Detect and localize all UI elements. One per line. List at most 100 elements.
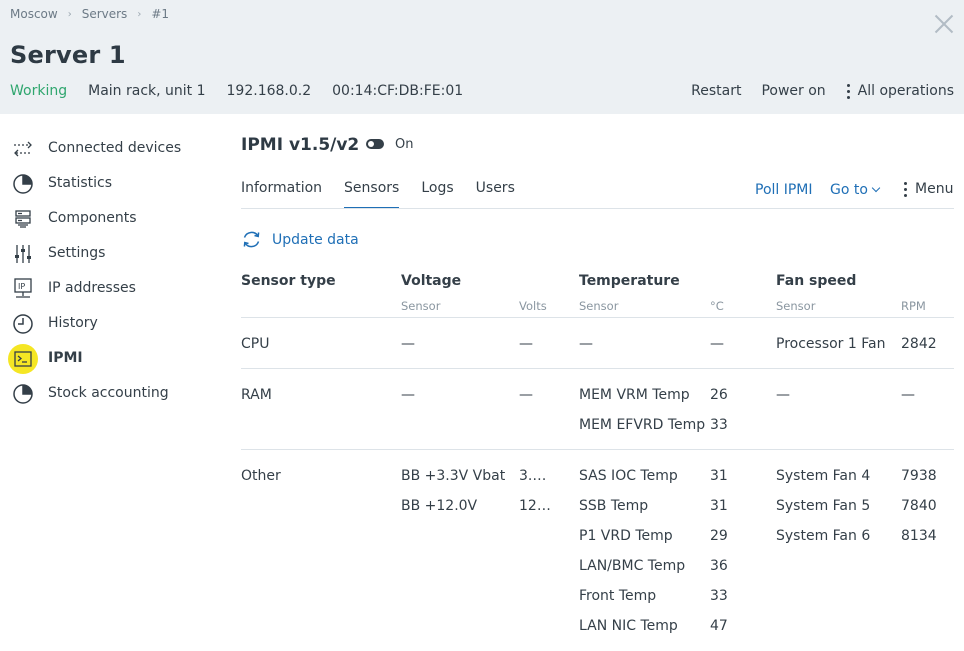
go-to-dropdown[interactable]: Go to <box>830 182 881 198</box>
sidebar-item-label: Components <box>48 210 137 226</box>
header-actions: Restart Power on All operations <box>671 82 954 100</box>
update-data-label: Update data <box>272 231 359 248</box>
voltage-value: 12… <box>519 498 551 514</box>
temperature-value: 31 <box>710 498 728 514</box>
voltage-value: — <box>519 336 533 352</box>
voltage-value: 3.… <box>519 468 547 484</box>
breadcrumb-separator-icon: › <box>137 8 142 20</box>
sidebar-item-label: Statistics <box>48 175 112 191</box>
fan-value: 2842 <box>901 336 937 352</box>
sidebar-item-label: IPMI <box>48 350 83 366</box>
table-divider <box>241 368 954 369</box>
breadcrumb-item-moscow[interactable]: Moscow <box>10 7 58 21</box>
temperature-sensor: P1 VRD Temp <box>579 528 673 544</box>
all-operations-label: All operations <box>857 83 954 99</box>
sensor-type: RAM <box>241 387 272 403</box>
voltage-sensor: BB +12.0V <box>401 498 478 514</box>
fan-sensor: System Fan 6 <box>776 528 871 544</box>
sidebar-item-statistics[interactable]: Statistics <box>0 166 220 201</box>
update-data-button[interactable]: Update data <box>241 229 359 250</box>
column-header-voltage: Voltage <box>401 273 462 289</box>
table-divider <box>241 449 954 450</box>
pie-chart-icon <box>8 169 38 199</box>
breadcrumb: Moscow › Servers › #1 <box>10 7 169 21</box>
tabs: Information Sensors Logs Users <box>241 180 537 209</box>
fan-sensor: System Fan 4 <box>776 468 871 484</box>
section-title: IPMI v1.5/v2 <box>241 135 360 155</box>
ipmi-toggle-label: On <box>395 137 414 152</box>
fan-sensor: — <box>776 387 790 403</box>
sliders-icon <box>8 239 38 269</box>
temperature-value: 29 <box>710 528 728 544</box>
temperature-sensor: SSB Temp <box>579 498 649 514</box>
voltage-sensor: — <box>401 336 415 352</box>
all-operations-button[interactable]: All operations <box>846 83 954 99</box>
menu-label: Menu <box>915 181 954 197</box>
server-location: Main rack, unit 1 <box>88 83 206 99</box>
column-header-fan-speed: Fan speed <box>776 273 857 289</box>
tab-information[interactable]: Information <box>241 180 322 209</box>
breadcrumb-item-current: #1 <box>151 7 170 21</box>
go-to-label: Go to <box>830 182 868 198</box>
clock-icon <box>8 309 38 339</box>
sidebar-item-label: Settings <box>48 245 106 261</box>
fan-value: 8134 <box>901 528 937 544</box>
sidebar-item-settings[interactable]: Settings <box>0 236 220 271</box>
tab-sensors[interactable]: Sensors <box>344 180 400 209</box>
sidebar-item-ip-addresses[interactable]: IP IP addresses <box>0 271 220 306</box>
more-vertical-icon <box>903 181 907 197</box>
tab-users[interactable]: Users <box>476 180 515 209</box>
fan-sensor: System Fan 5 <box>776 498 871 514</box>
temperature-sensor: Front Temp <box>579 588 657 604</box>
tab-logs[interactable]: Logs <box>421 180 453 209</box>
subheader-voltage-unit: Volts <box>519 299 547 313</box>
temperature-sensor: SAS IOC Temp <box>579 468 678 484</box>
temperature-value: 33 <box>710 588 728 604</box>
sidebar-item-components[interactable]: Components <box>0 201 220 236</box>
temperature-value: 33 <box>710 417 728 433</box>
sidebar-item-label: IP addresses <box>48 280 136 296</box>
temperature-sensor: — <box>579 336 593 352</box>
sidebar-item-stock-accounting[interactable]: Stock accounting <box>0 376 220 411</box>
ipmi-toggle[interactable] <box>366 139 384 149</box>
temperature-sensor: MEM EFVRD Temp <box>579 417 706 433</box>
menu-button[interactable]: Menu <box>903 181 953 197</box>
voltage-value: — <box>519 387 533 403</box>
temperature-value: 26 <box>710 387 728 403</box>
sidebar-item-label: History <box>48 315 98 331</box>
fan-value: — <box>901 387 915 403</box>
temperature-value: — <box>710 336 724 352</box>
pie-chart-icon <box>8 379 38 409</box>
sidebar-item-connected-devices[interactable]: Connected devices <box>0 131 220 166</box>
ip-icon: IP <box>8 274 38 304</box>
svg-text:IP: IP <box>18 282 25 291</box>
subheader-fan-sensor: Sensor <box>776 299 816 313</box>
power-on-button[interactable]: Power on <box>761 83 825 99</box>
voltage-sensor: — <box>401 387 415 403</box>
sensor-type: CPU <box>241 336 270 352</box>
fan-value: 7840 <box>901 498 937 514</box>
server-mac: 00:14:CF:DB:FE:01 <box>332 83 464 99</box>
sidebar-item-history[interactable]: History <box>0 306 220 341</box>
components-icon <box>8 204 38 234</box>
column-header-sensor-type: Sensor type <box>241 273 336 289</box>
restart-button[interactable]: Restart <box>691 83 741 99</box>
sidebar-item-ipmi[interactable]: IPMI <box>0 341 220 376</box>
temperature-value: 36 <box>710 558 728 574</box>
breadcrumb-item-servers[interactable]: Servers <box>82 7 128 21</box>
breadcrumb-separator-icon: › <box>67 8 72 20</box>
close-icon[interactable] <box>934 14 954 34</box>
fan-sensor: Processor 1 Fan <box>776 336 886 352</box>
temperature-value: 47 <box>710 618 728 634</box>
tabs-divider <box>241 208 954 209</box>
refresh-icon <box>243 231 260 248</box>
subheader-temperature-sensor: Sensor <box>579 299 619 313</box>
sidebar-item-label: Stock accounting <box>48 385 169 401</box>
table-divider <box>241 317 954 318</box>
subheader-fan-unit: RPM <box>901 299 926 313</box>
connected-devices-icon <box>8 134 38 164</box>
poll-ipmi-button[interactable]: Poll IPMI <box>755 182 813 198</box>
sidebar: Connected devices Statistics Components … <box>0 131 220 411</box>
voltage-sensor: BB +3.3V Vbat <box>401 468 506 484</box>
sidebar-item-label: Connected devices <box>48 140 182 156</box>
